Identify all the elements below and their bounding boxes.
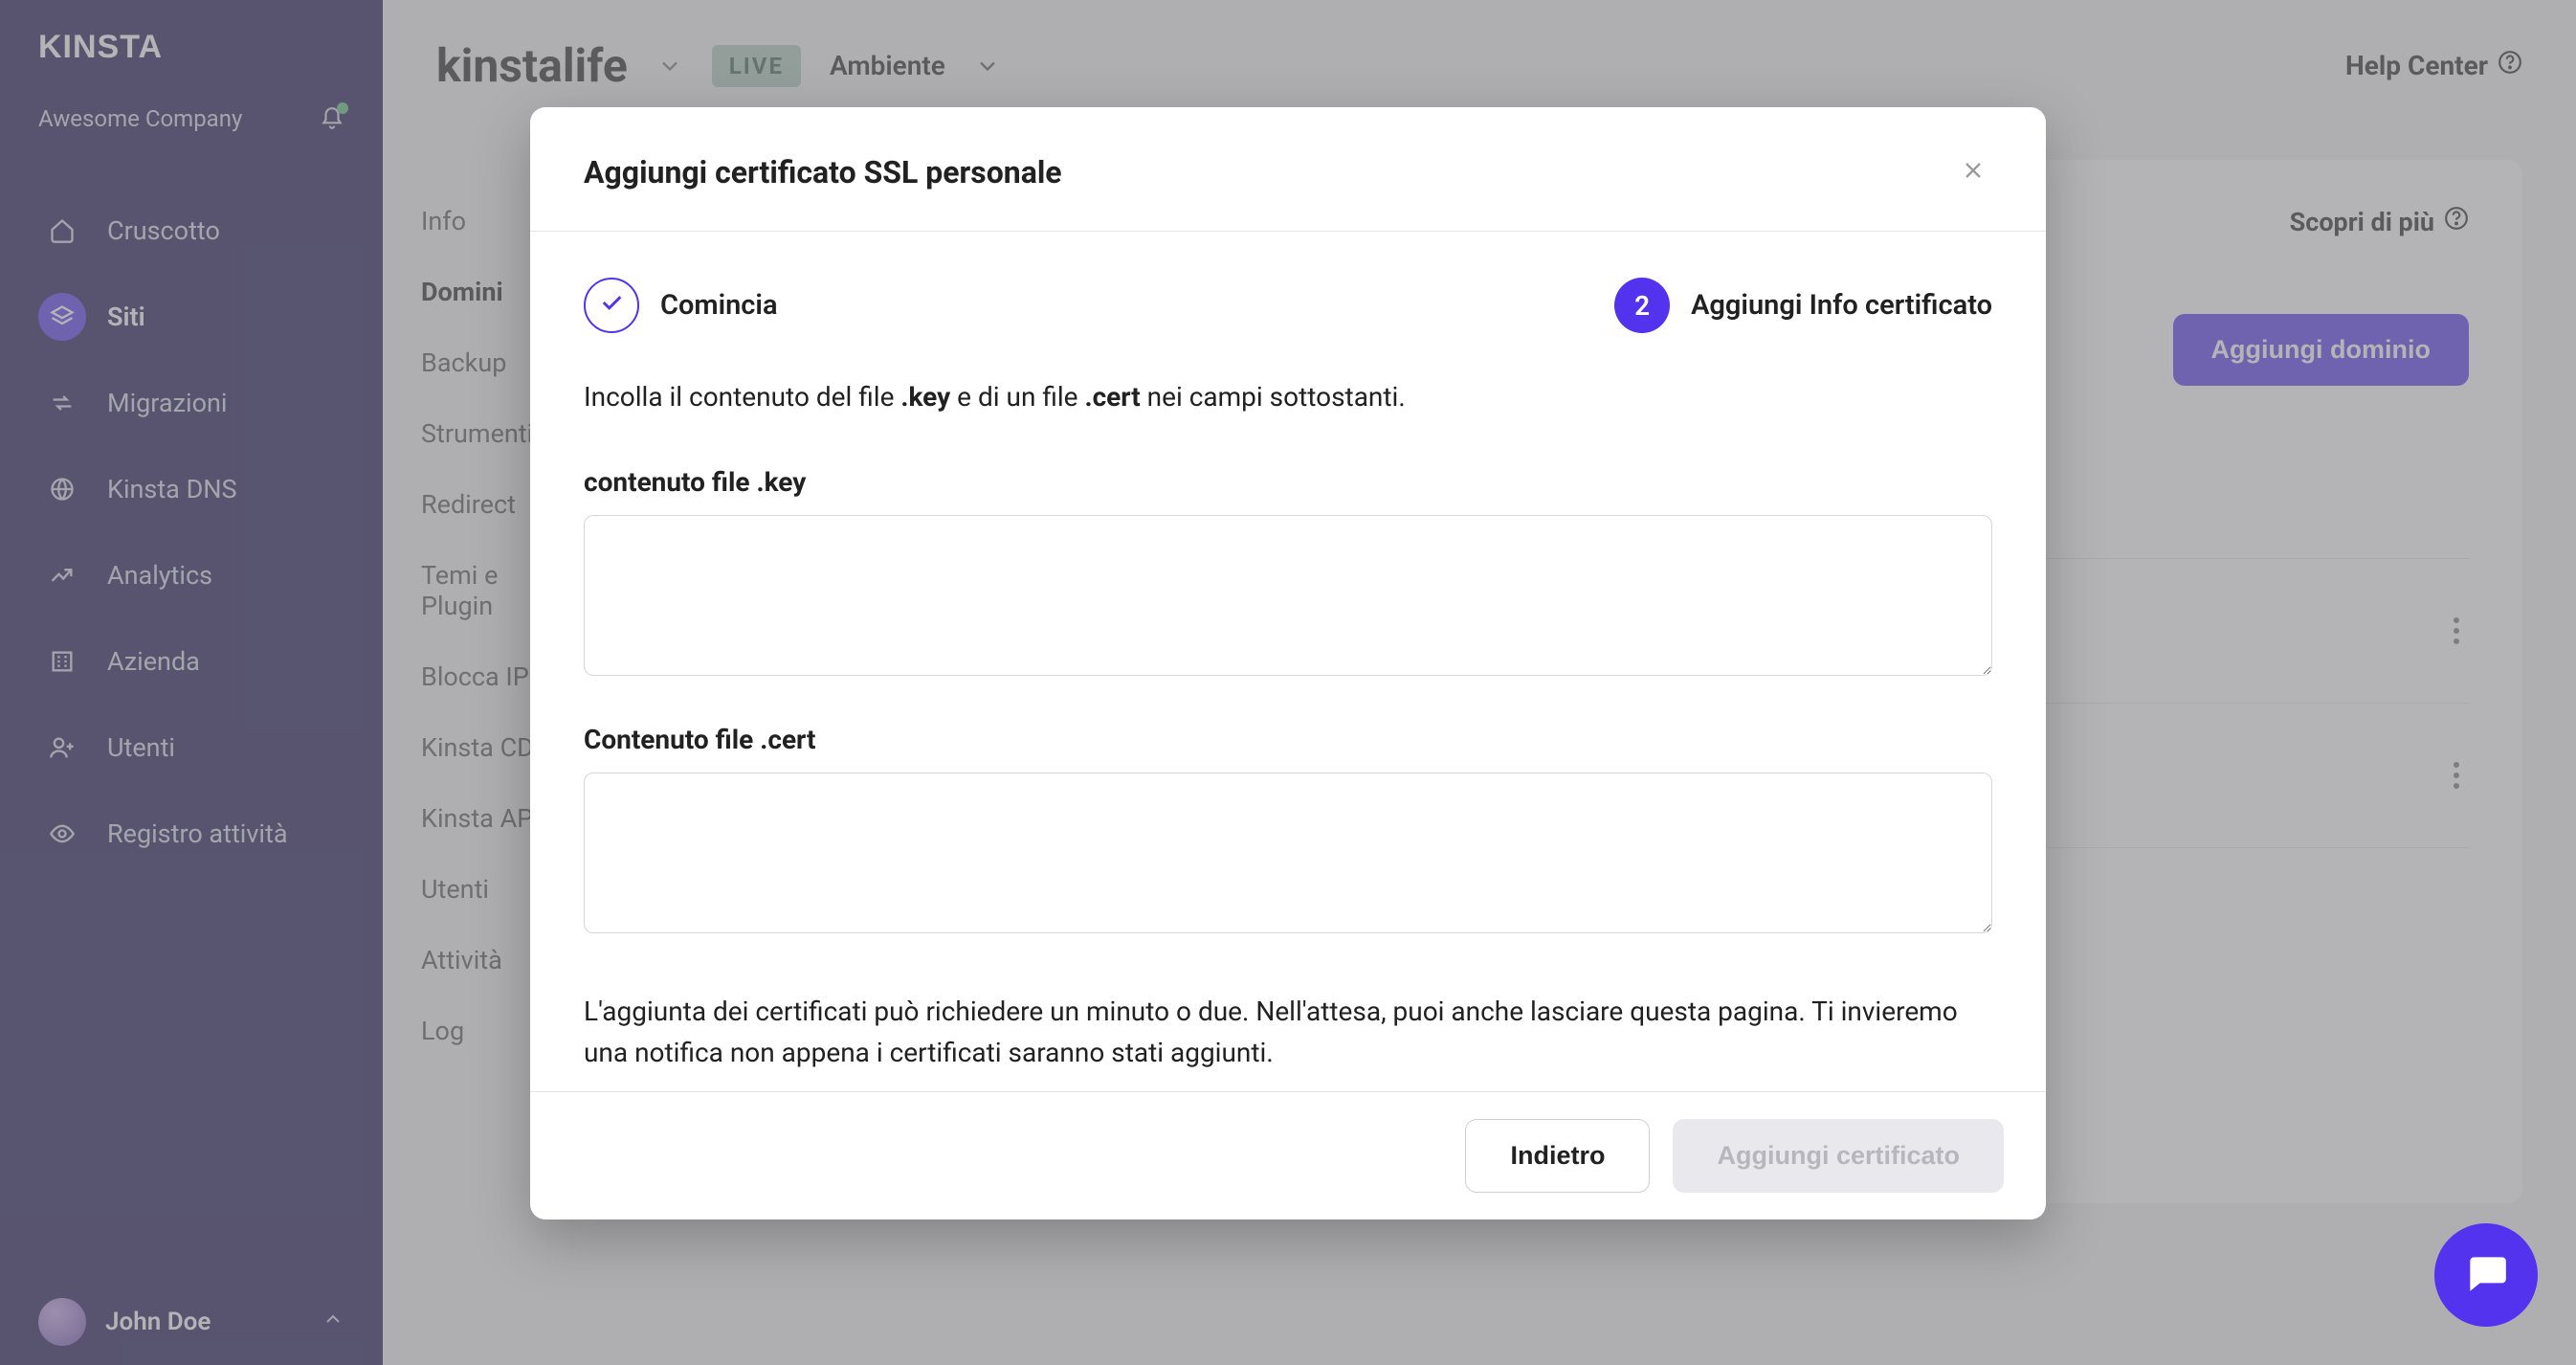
wizard-step-2: 2 Aggiungi Info certificato xyxy=(1614,278,1992,333)
key-field-label: contenuto file .key xyxy=(584,466,1992,498)
step-label: Aggiungi Info certificato xyxy=(1691,289,1992,322)
modal-note: L'aggiunta dei certificati può richieder… xyxy=(584,991,1992,1074)
close-icon xyxy=(1960,172,1987,187)
wizard-steps: Comincia 2 Aggiungi Info certificato xyxy=(584,278,1992,333)
chat-launcher[interactable] xyxy=(2434,1223,2538,1327)
ssl-modal: Aggiungi certificato SSL personale Comin… xyxy=(530,107,2046,1220)
chat-icon xyxy=(2462,1249,2510,1301)
back-button[interactable]: Indietro xyxy=(1465,1119,1650,1193)
cert-field-label: Contenuto file .cert xyxy=(584,724,1992,755)
modal-title: Aggiungi certificato SSL personale xyxy=(584,154,1062,190)
key-textarea[interactable] xyxy=(584,515,1992,676)
wizard-step-1: Comincia xyxy=(584,278,778,333)
step-label: Comincia xyxy=(660,289,778,322)
check-icon xyxy=(598,289,625,323)
modal-instruction-text: Incolla il contenuto del file .key e di … xyxy=(584,381,1992,413)
cert-textarea[interactable] xyxy=(584,772,1992,933)
close-button[interactable] xyxy=(1954,151,1992,192)
add-certificate-button[interactable]: Aggiungi certificato xyxy=(1673,1119,2004,1193)
step-number: 2 xyxy=(1614,278,1670,333)
